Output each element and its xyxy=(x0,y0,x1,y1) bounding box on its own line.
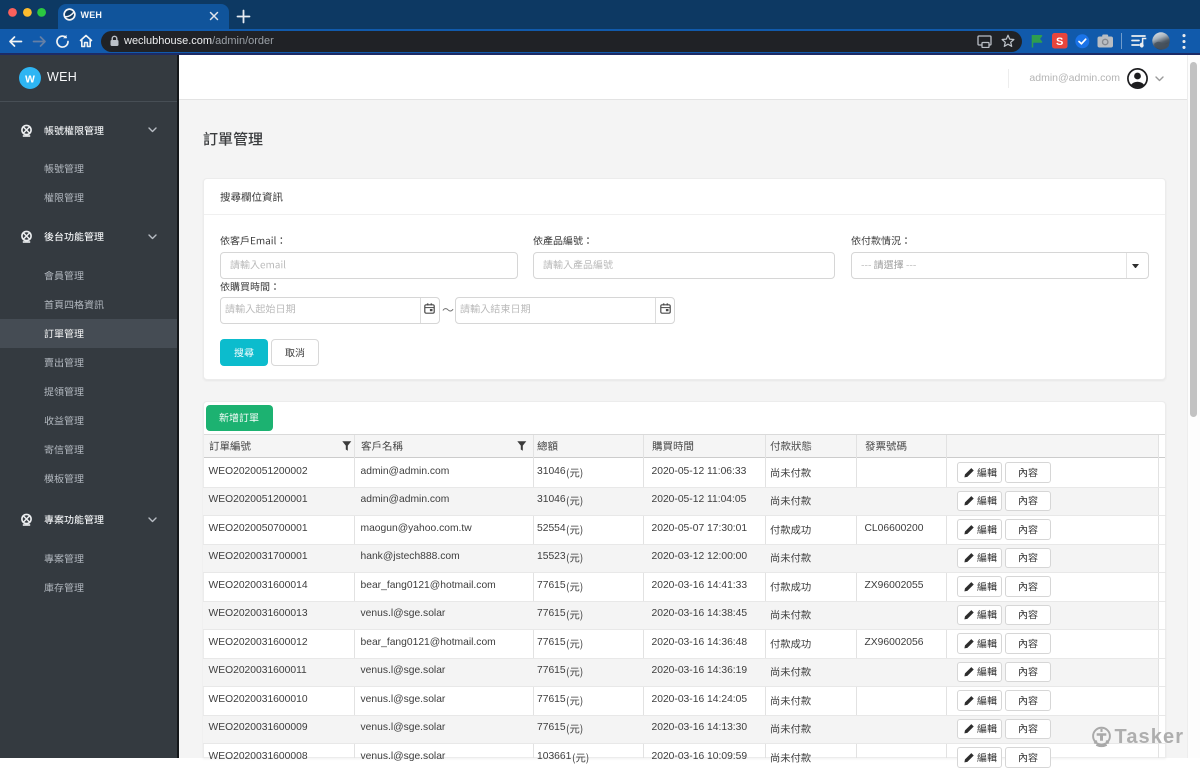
svg-text:w: w xyxy=(24,72,35,86)
svg-text:S: S xyxy=(1056,36,1063,48)
